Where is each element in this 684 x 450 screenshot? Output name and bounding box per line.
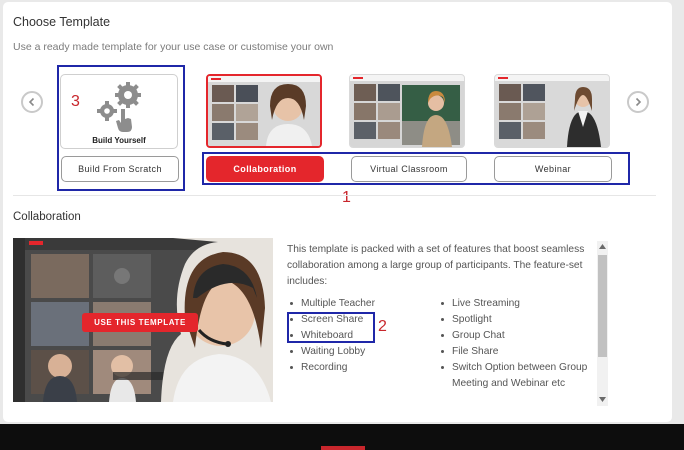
scroll-up-arrow[interactable] <box>598 242 607 251</box>
virtual-classroom-thumbnail[interactable] <box>349 74 465 148</box>
page-title: Choose Template <box>13 15 111 29</box>
section-divider <box>13 195 656 196</box>
carousel-prev-button[interactable] <box>21 91 43 113</box>
list-item: Waiting Lobby <box>288 344 438 360</box>
template-description: This template is packed with a set of fe… <box>287 244 585 287</box>
bottom-bar <box>0 424 684 450</box>
list-item: File Share <box>439 344 589 360</box>
list-item: Multiple Teacher <box>288 296 438 312</box>
use-this-template-button[interactable]: USE THIS TEMPLATE <box>82 313 198 332</box>
chevron-left-icon <box>28 97 35 107</box>
triangle-up-icon <box>599 244 606 249</box>
list-item: Spotlight <box>439 312 589 328</box>
list-item: Group Chat <box>439 328 589 344</box>
list-item: Live Streaming <box>439 296 589 312</box>
template-preview: USE THIS TEMPLATE <box>13 238 273 402</box>
annotation-box-3 <box>57 65 185 191</box>
triangle-down-icon <box>599 397 606 402</box>
webinar-preview-image <box>495 75 609 147</box>
virtual-classroom-preview-image <box>350 75 464 147</box>
scroll-down-arrow[interactable] <box>598 395 607 404</box>
list-item: Switch Option between Group Meeting and … <box>439 360 589 392</box>
features-right-list: Live Streaming Spotlight Group Chat File… <box>439 296 589 392</box>
list-item: Whiteboard <box>288 328 438 344</box>
bottom-accent-mark <box>321 446 365 450</box>
list-item: Recording <box>288 360 438 376</box>
scrollbar-thumb[interactable] <box>598 255 607 357</box>
collaboration-thumbnail[interactable] <box>206 74 322 148</box>
annotation-number-1: 1 <box>342 189 351 206</box>
webinar-thumbnail[interactable] <box>494 74 610 148</box>
template-details-title: Collaboration <box>13 211 81 223</box>
collaboration-preview-image <box>208 76 320 146</box>
carousel-next-button[interactable] <box>627 91 649 113</box>
features-left-list: Multiple Teacher Screen Share Whiteboard… <box>288 296 438 376</box>
page-subtitle: Use a ready made template for your use c… <box>13 41 334 53</box>
chevron-right-icon <box>635 97 642 107</box>
annotation-box-1 <box>202 152 630 185</box>
annotation-number-3: 3 <box>71 93 80 110</box>
list-item: Screen Share <box>288 312 438 328</box>
